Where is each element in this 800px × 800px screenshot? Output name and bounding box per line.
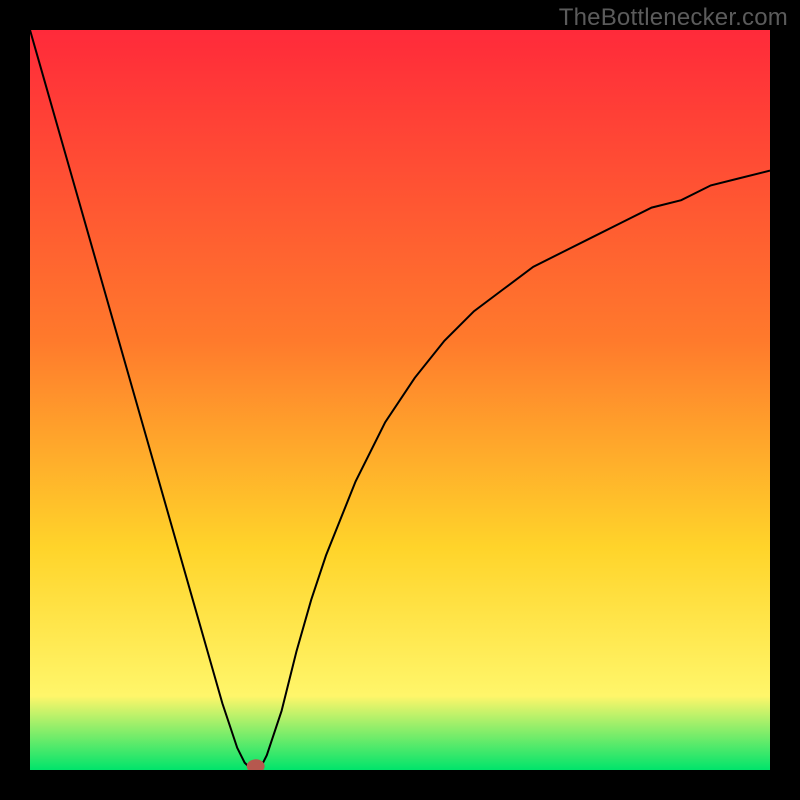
chart-frame: TheBottlenecker.com xyxy=(0,0,800,800)
plot-area xyxy=(30,30,770,770)
watermark-text: TheBottlenecker.com xyxy=(559,4,788,32)
chart-svg xyxy=(30,30,770,770)
